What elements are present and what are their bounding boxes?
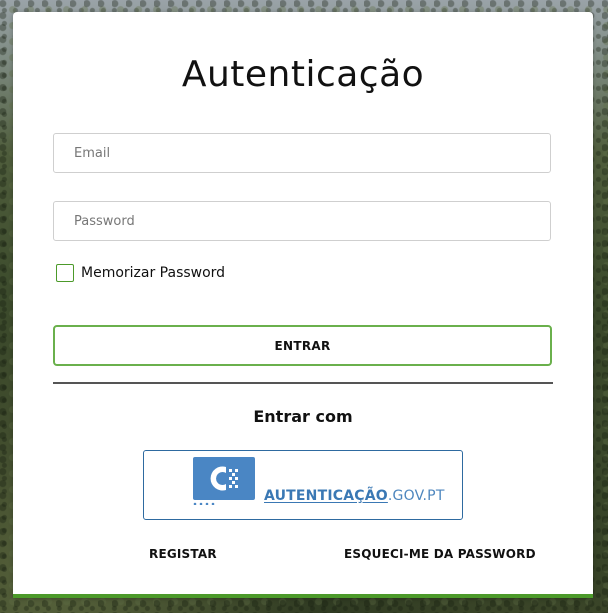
checkbox-box[interactable] — [56, 264, 74, 282]
enter-with-heading: Entrar com — [253, 407, 353, 426]
autenticacao-gov-button[interactable]: AUTENTICAÇÃO.GOV.PT — [143, 450, 463, 520]
card-bottom-accent-bar — [13, 594, 593, 598]
page-title: Autenticação — [181, 54, 425, 95]
password-input[interactable] — [53, 201, 551, 241]
autenticacao-gov-logo-icon — [193, 457, 255, 505]
remember-password-label: Memorizar Password — [81, 265, 226, 281]
autenticacao-gov-label-strong: AUTENTICAÇÃO — [264, 488, 388, 504]
register-link[interactable]: REGISTAR — [149, 547, 217, 561]
forgot-password-link[interactable]: ESQUECI-ME DA PASSWORD — [344, 547, 536, 561]
remember-password-checkbox[interactable]: Memorizar Password — [56, 264, 225, 282]
autenticacao-gov-label: AUTENTICAÇÃO.GOV.PT — [264, 488, 445, 504]
enter-button[interactable]: ENTRAR — [53, 325, 552, 366]
autenticacao-gov-label-domain: .GOV.PT — [387, 488, 445, 504]
divider — [53, 382, 553, 384]
login-card: Autenticação Memorizar Password ENTRAR E… — [13, 12, 593, 598]
email-input[interactable] — [53, 133, 551, 173]
